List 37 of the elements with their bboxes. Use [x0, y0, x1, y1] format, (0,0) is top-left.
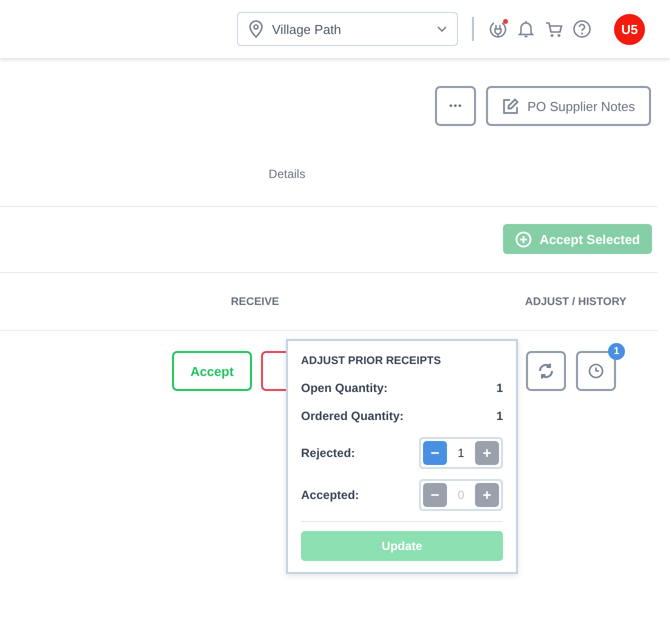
accept-button[interactable]: Accept — [172, 351, 252, 391]
quantity-value: 1 — [496, 381, 503, 395]
location-value: Village Path — [272, 22, 342, 36]
bell-icon[interactable] — [516, 19, 536, 39]
supplier-notes-button[interactable]: PO Supplier Notes — [486, 86, 651, 126]
more-button[interactable]: ••• — [435, 86, 476, 126]
details-label: Details — [268, 167, 306, 181]
refresh-button[interactable] — [526, 351, 566, 391]
minus-button[interactable]: − — [423, 441, 447, 465]
quantity-stepper[interactable]: − 0 + — [419, 479, 503, 511]
edit-icon — [502, 98, 520, 114]
popover-title: ADJUST PRIOR RECEIPTS — [301, 355, 441, 367]
quantity-label: Open Quantity: — [301, 381, 388, 395]
quantity-label: Rejected: — [301, 446, 356, 460]
quantity-label: Accepted: — [301, 488, 360, 502]
quantity-value: 1 — [496, 409, 503, 423]
chevron-down-icon — [437, 26, 447, 32]
clock-icon — [588, 363, 604, 379]
cart-icon[interactable] — [544, 19, 564, 39]
column-header: RECEIVE — [230, 296, 280, 308]
stepper-value: 1 — [458, 446, 464, 460]
minus-button[interactable]: − — [423, 483, 447, 507]
user-avatar[interactable]: U5 — [614, 14, 645, 44]
quantity-label: Ordered Quantity: — [301, 409, 404, 423]
location-pin-icon — [248, 20, 264, 38]
column-header: ADJUST / HISTORY — [525, 296, 626, 308]
plus-button[interactable]: + — [475, 483, 499, 507]
location-select[interactable]: Village Path — [237, 12, 458, 46]
count-badge: 1 — [608, 343, 625, 360]
help-icon[interactable] — [572, 19, 592, 39]
plug-icon[interactable] — [488, 19, 508, 39]
stepper-value: 0 — [458, 488, 464, 502]
refresh-icon — [537, 362, 555, 380]
quantity-stepper[interactable]: − 1 + — [419, 437, 503, 469]
history-button[interactable] — [576, 351, 616, 391]
plus-button[interactable]: + — [475, 441, 499, 465]
plus-circle-icon — [514, 230, 532, 248]
